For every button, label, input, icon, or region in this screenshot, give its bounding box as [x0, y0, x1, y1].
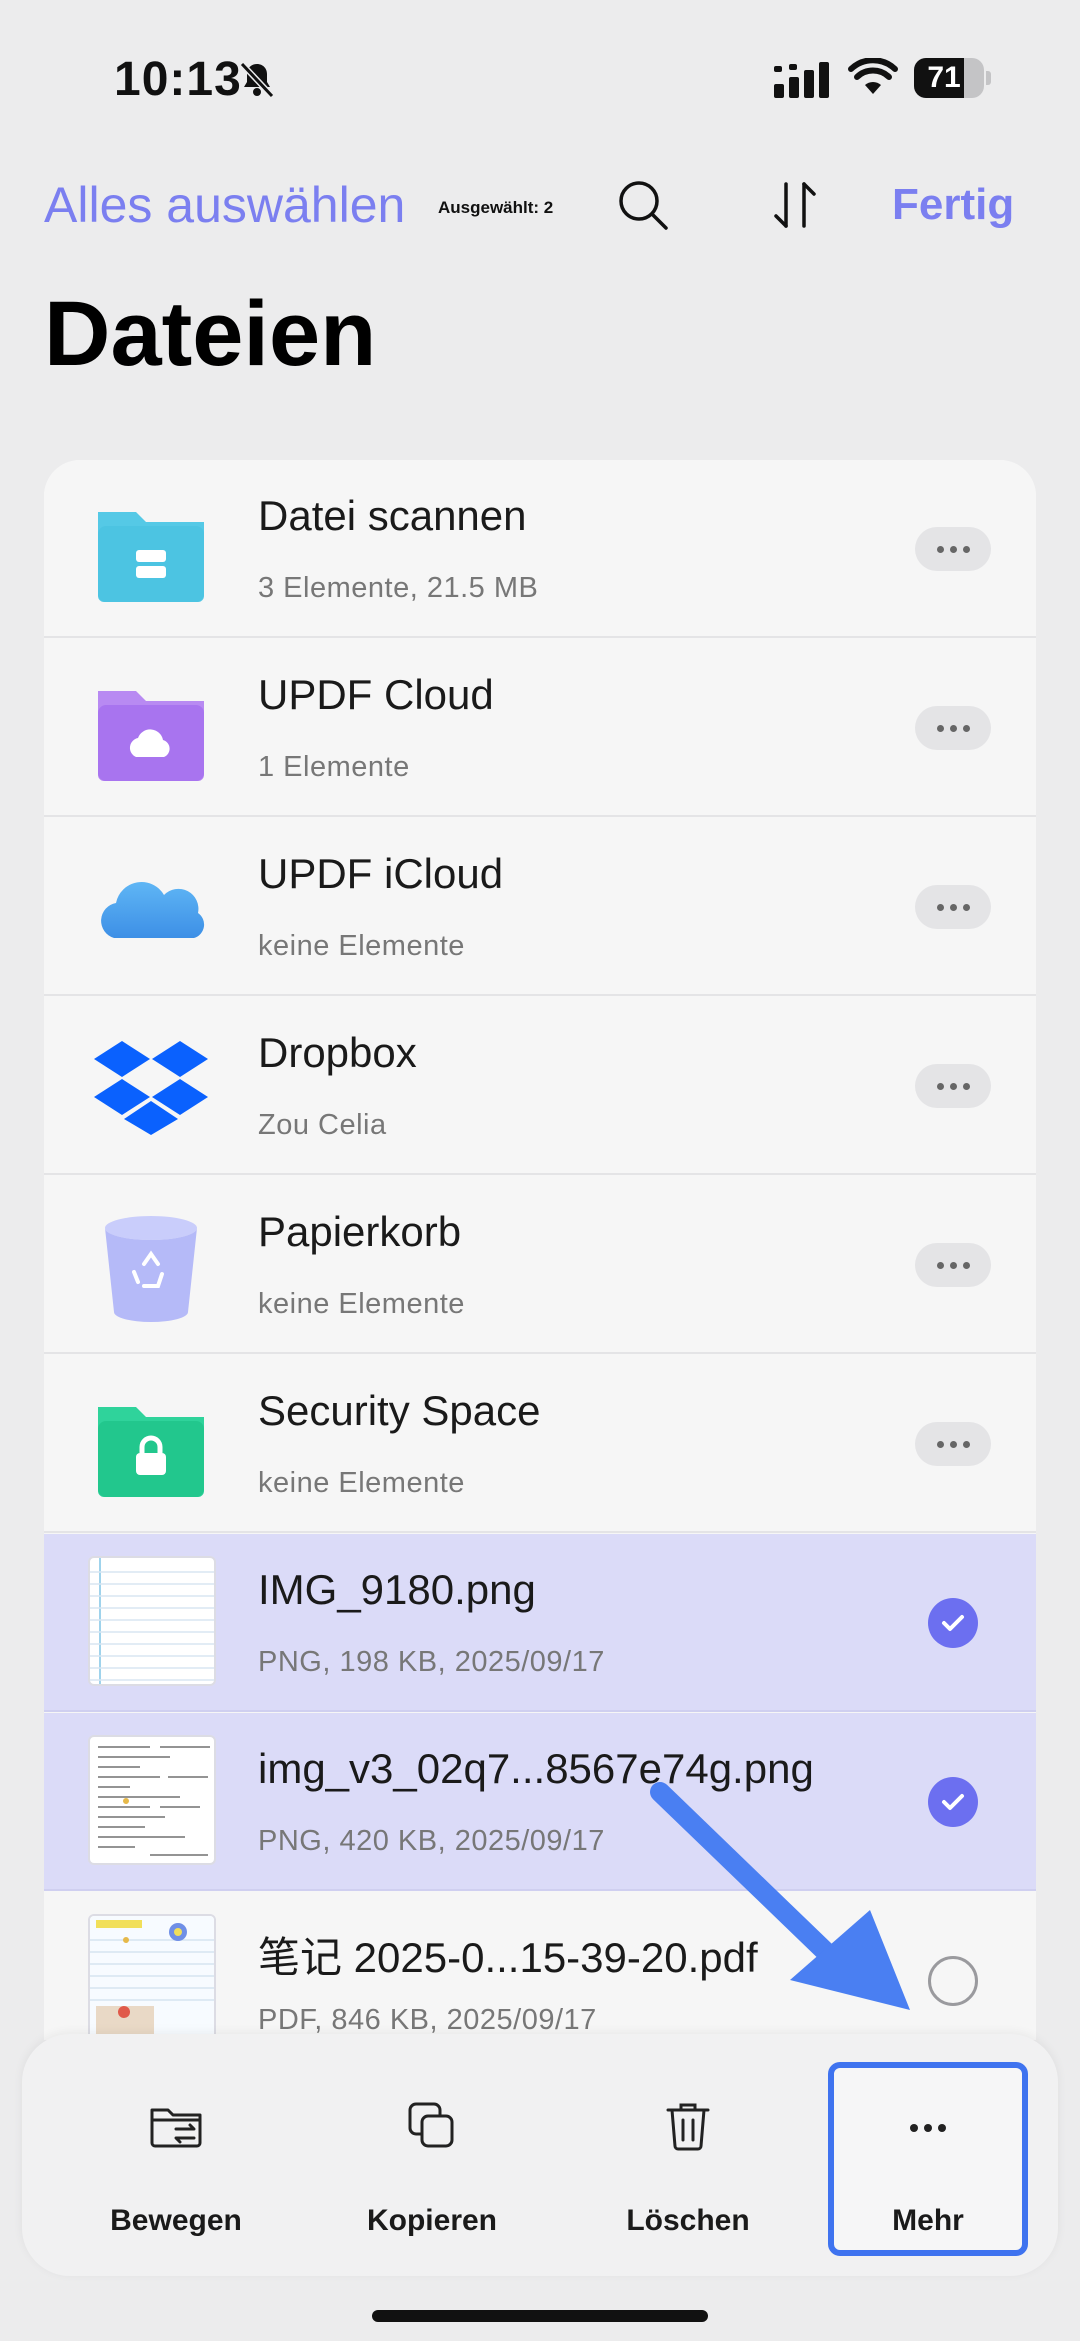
row-subtitle: PDF, 846 KB, 2025/09/17 [258, 2004, 597, 2036]
row-title: Dropbox [258, 1029, 417, 1076]
row-subtitle: keine Elemente [258, 930, 465, 962]
list-item-img-v3[interactable]: img_v3_02q7...8567e74g.png PNG, 420 KB, … [44, 1713, 1036, 1891]
delete-label: Löschen [626, 2204, 750, 2237]
more-label: Mehr [892, 2204, 964, 2237]
list-item-dropbox[interactable]: Dropbox Zou Celia [44, 997, 1036, 1175]
move-label: Bewegen [110, 2204, 242, 2237]
move-button[interactable]: Bewegen [76, 2034, 276, 2276]
cellular-signal-icon [774, 62, 829, 98]
file-thumbnail [88, 1735, 216, 1865]
status-time: 10:13 [114, 53, 242, 106]
row-title: Datei scannen [258, 492, 527, 539]
scan-folder-icon [98, 512, 204, 602]
row-subtitle: PNG, 420 KB, 2025/09/17 [258, 1825, 605, 1857]
row-subtitle: keine Elemente [258, 1288, 465, 1320]
row-more-button[interactable] [915, 885, 991, 929]
lock-folder-icon [98, 1407, 204, 1497]
page-title: Dateien [44, 283, 377, 385]
list-item-updf-cloud[interactable]: UPDF Cloud 1 Elemente [44, 639, 1036, 817]
row-subtitle: PNG, 198 KB, 2025/09/17 [258, 1646, 605, 1678]
row-more-button[interactable] [915, 1064, 991, 1108]
row-title: 笔记 2025-0...15-39-20.pdf [258, 1934, 758, 1981]
battery-indicator: 71 [914, 58, 991, 98]
list-item-datei-scannen[interactable]: Datei scannen 3 Elemente, 21.5 MB [44, 460, 1036, 638]
file-thumbnail [88, 1556, 216, 1686]
file-list: Datei scannen 3 Elemente, 21.5 MB UPDF C… [44, 460, 1036, 2040]
sort-icon[interactable] [766, 176, 824, 234]
cloud-folder-icon [98, 691, 204, 781]
select-all-button[interactable]: Alles auswählen [44, 176, 405, 234]
icloud-icon [101, 882, 205, 938]
row-title: UPDF Cloud [258, 671, 494, 718]
list-item-img-9180[interactable]: IMG_9180.png PNG, 198 KB, 2025/09/17 [44, 1534, 1036, 1712]
status-bar: 10:13 71 [0, 0, 1080, 150]
row-subtitle: Zou Celia [258, 1109, 387, 1141]
row-title: img_v3_02q7...8567e74g.png [258, 1745, 814, 1792]
row-title: Papierkorb [258, 1208, 462, 1255]
list-item-papierkorb[interactable]: Papierkorb keine Elemente [44, 1176, 1036, 1354]
row-subtitle: 3 Elemente, 21.5 MB [258, 572, 539, 604]
trash-icon [666, 2103, 710, 2151]
row-title: IMG_9180.png [258, 1566, 536, 1613]
row-more-button[interactable] [915, 1243, 991, 1287]
file-thumbnail [88, 1914, 216, 2040]
delete-button[interactable]: Löschen [588, 2034, 788, 2276]
copy-icon [408, 2102, 454, 2148]
wifi-icon [848, 58, 898, 94]
search-icon[interactable] [614, 176, 672, 234]
trash-bin-icon [105, 1216, 197, 1322]
row-subtitle: 1 Elemente [258, 751, 410, 783]
battery-level: 71 [927, 61, 961, 94]
checkbox-checked-icon[interactable] [928, 1598, 978, 1648]
list-item-updf-icloud[interactable]: UPDF iCloud keine Elemente [44, 818, 1036, 996]
ellipsis-icon [910, 2124, 946, 2132]
checkbox-unchecked-icon[interactable] [928, 1956, 978, 2006]
more-button[interactable]: Mehr [828, 2034, 1028, 2276]
row-title: UPDF iCloud [258, 850, 504, 897]
row-more-button[interactable] [915, 527, 991, 571]
row-more-button[interactable] [915, 706, 991, 750]
home-indicator [372, 2310, 708, 2322]
row-title: Security Space [258, 1387, 541, 1434]
folder-move-icon [150, 2108, 202, 2148]
selected-count-label: Ausgewählt: 2 [438, 198, 554, 217]
row-more-button[interactable] [915, 1422, 991, 1466]
bottom-toolbar: Bewegen Kopieren Löschen Mehr [22, 2034, 1058, 2276]
copy-label: Kopieren [366, 2204, 498, 2237]
list-item-notes-pdf[interactable]: 笔记 2025-0...15-39-20.pdf PDF, 846 KB, 20… [44, 1892, 1036, 2040]
bell-slash-icon [239, 61, 275, 99]
checkbox-checked-icon[interactable] [928, 1777, 978, 1827]
list-item-security-space[interactable]: Security Space keine Elemente [44, 1355, 1036, 1533]
copy-button[interactable]: Kopieren [332, 2034, 532, 2276]
done-button[interactable]: Fertig [892, 180, 1014, 230]
row-subtitle: keine Elemente [258, 1467, 465, 1499]
dropbox-icon [94, 1041, 208, 1135]
